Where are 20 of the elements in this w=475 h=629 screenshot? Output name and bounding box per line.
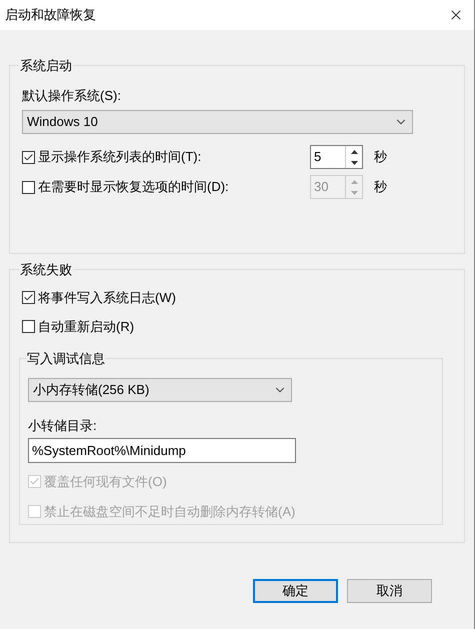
checkbox-label: 禁止在磁盘空间不足时自动删除内存转储(A) [44, 502, 296, 521]
checkbox-label: 覆盖任何现有文件(O) [44, 472, 167, 491]
group-title: 写入调试信息 [26, 350, 106, 368]
field-label: 小转储目录: [28, 417, 98, 435]
directory-field[interactable]: %SystemRoot%\Minidump [28, 438, 296, 462]
number-spinner[interactable]: 5 [310, 145, 363, 169]
dialog-button[interactable]: 确定 [253, 579, 338, 603]
dialog-button[interactable]: 取消 [347, 579, 432, 603]
field-label: 默认操作系统(S): [22, 86, 122, 105]
group-title: 系统失败 [19, 261, 73, 279]
group-title: 系统启动 [19, 57, 73, 75]
window-title: 启动和故障恢复 [5, 6, 96, 24]
checkbox-label: 将事件写入系统日志(W) [38, 288, 176, 307]
checkbox-label: 自动重新启动(R) [38, 318, 134, 336]
unit-label: 秒 [374, 178, 387, 196]
dump-type-dropdown[interactable]: 小内存转储(256 KB) [28, 378, 292, 402]
checkbox-label: 在需要时显示恢复选项的时间(D): [38, 178, 229, 196]
unit-label: 秒 [374, 148, 387, 166]
checkbox-label: 显示操作系统列表的时间(T): [38, 148, 202, 166]
os-dropdown[interactable]: Windows 10 [22, 110, 413, 134]
